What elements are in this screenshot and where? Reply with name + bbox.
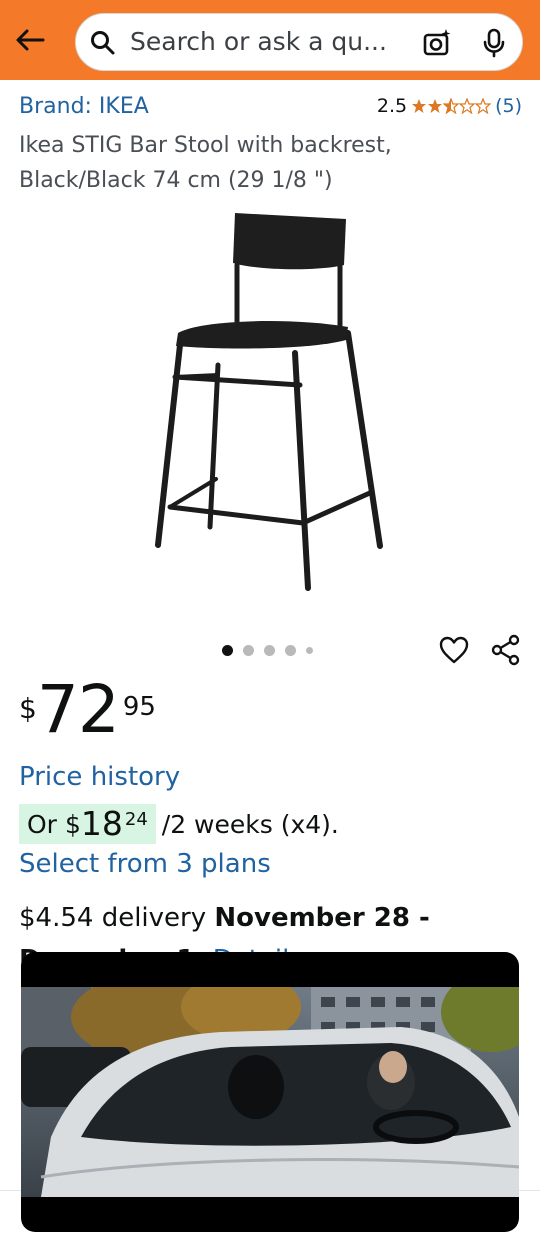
top-search-bar: Search or ask a qu...	[0, 0, 540, 80]
delivery-date: November 28 -	[214, 903, 430, 933]
back-arrow-icon	[16, 29, 45, 51]
product-title: Ikea STIG Bar Stool with backrest, Black…	[19, 133, 392, 193]
star-empty-icon	[459, 98, 476, 114]
delivery-cost: $4.54 delivery	[19, 903, 207, 933]
microphone-icon[interactable]	[481, 28, 507, 58]
video-frame	[21, 987, 519, 1197]
installment-plan: Or $ 18 24 /2 weeks (x4).	[19, 804, 339, 844]
carousel-dot[interactable]	[306, 647, 313, 654]
rating-summary[interactable]: 2.5 (5)	[377, 95, 522, 117]
installment-suffix: /2 weeks (x4).	[161, 809, 339, 839]
heart-icon[interactable]	[438, 634, 470, 666]
search-input[interactable]: Search or ask a qu...	[75, 13, 523, 71]
share-icon[interactable]	[490, 634, 522, 666]
star-full-icon	[428, 99, 443, 113]
star-empty-icon	[475, 98, 492, 114]
rating-value: 2.5	[376, 95, 408, 117]
brand-link[interactable]: Brand: IKEA	[19, 94, 149, 119]
search-icon	[91, 31, 115, 55]
rating-stars	[411, 98, 492, 114]
rating-count: (5)	[495, 95, 522, 117]
installment-fraction: 24	[124, 809, 148, 830]
search-placeholder: Search or ask a qu...	[130, 27, 387, 56]
price-fraction: 95	[122, 692, 156, 722]
select-plans-link[interactable]: Select from 3 plans	[19, 849, 271, 879]
image-carousel-dots[interactable]	[222, 645, 313, 656]
star-half-icon	[443, 98, 460, 114]
carousel-dot[interactable]	[264, 645, 275, 656]
delivery-info: $4.54 delivery November 28 -	[19, 903, 430, 933]
floating-video-player[interactable]	[21, 952, 519, 1232]
product-price: $ 72 95	[19, 672, 156, 748]
installment-whole: 18	[80, 804, 123, 843]
installment-prefix: Or	[27, 810, 57, 839]
back-button[interactable]	[8, 18, 52, 62]
star-full-icon	[412, 99, 427, 113]
installment-badge: Or $ 18 24	[19, 804, 156, 844]
price-history-link[interactable]: Price history	[19, 762, 180, 792]
carousel-dot[interactable]	[243, 645, 254, 656]
carousel-dot-active[interactable]	[222, 645, 233, 656]
price-currency: $	[19, 692, 37, 725]
carousel-dot[interactable]	[285, 645, 296, 656]
product-image[interactable]	[140, 205, 400, 605]
price-whole: 72	[36, 671, 120, 748]
camera-icon[interactable]	[422, 28, 452, 58]
installment-currency: $	[64, 810, 81, 839]
